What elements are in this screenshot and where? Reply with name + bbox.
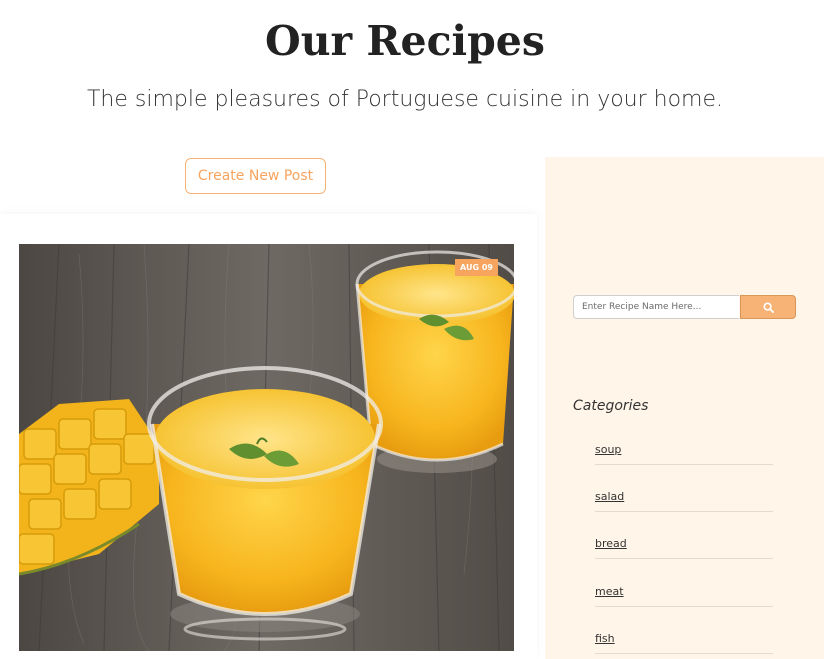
category-item-bread: bread bbox=[595, 532, 773, 559]
page-subtitle: The simple pleasures of Portuguese cuisi… bbox=[86, 87, 724, 112]
category-item-fish: fish bbox=[595, 627, 773, 654]
category-item-soup: soup bbox=[595, 438, 773, 465]
create-new-post-button[interactable]: Create New Post bbox=[185, 158, 326, 194]
category-link[interactable]: salad bbox=[595, 490, 624, 503]
recipe-search-input[interactable] bbox=[573, 295, 739, 319]
post-image[interactable] bbox=[19, 244, 514, 651]
category-item-salad: salad bbox=[595, 485, 773, 512]
recipes-page: Our Recipes The simple pleasures of Port… bbox=[0, 0, 837, 659]
categories-heading: Categories bbox=[573, 398, 649, 414]
category-link[interactable]: bread bbox=[595, 537, 627, 550]
search-icon bbox=[762, 301, 774, 313]
category-link[interactable]: meat bbox=[595, 585, 624, 598]
search-button[interactable] bbox=[740, 295, 796, 319]
category-link[interactable]: soup bbox=[595, 443, 621, 456]
date-badge: AUG 09 bbox=[455, 259, 498, 276]
category-link[interactable]: fish bbox=[595, 632, 615, 645]
page-title: Our Recipes bbox=[265, 17, 545, 65]
category-item-meat: meat bbox=[595, 580, 773, 607]
mango-smoothie-photo bbox=[19, 244, 514, 651]
